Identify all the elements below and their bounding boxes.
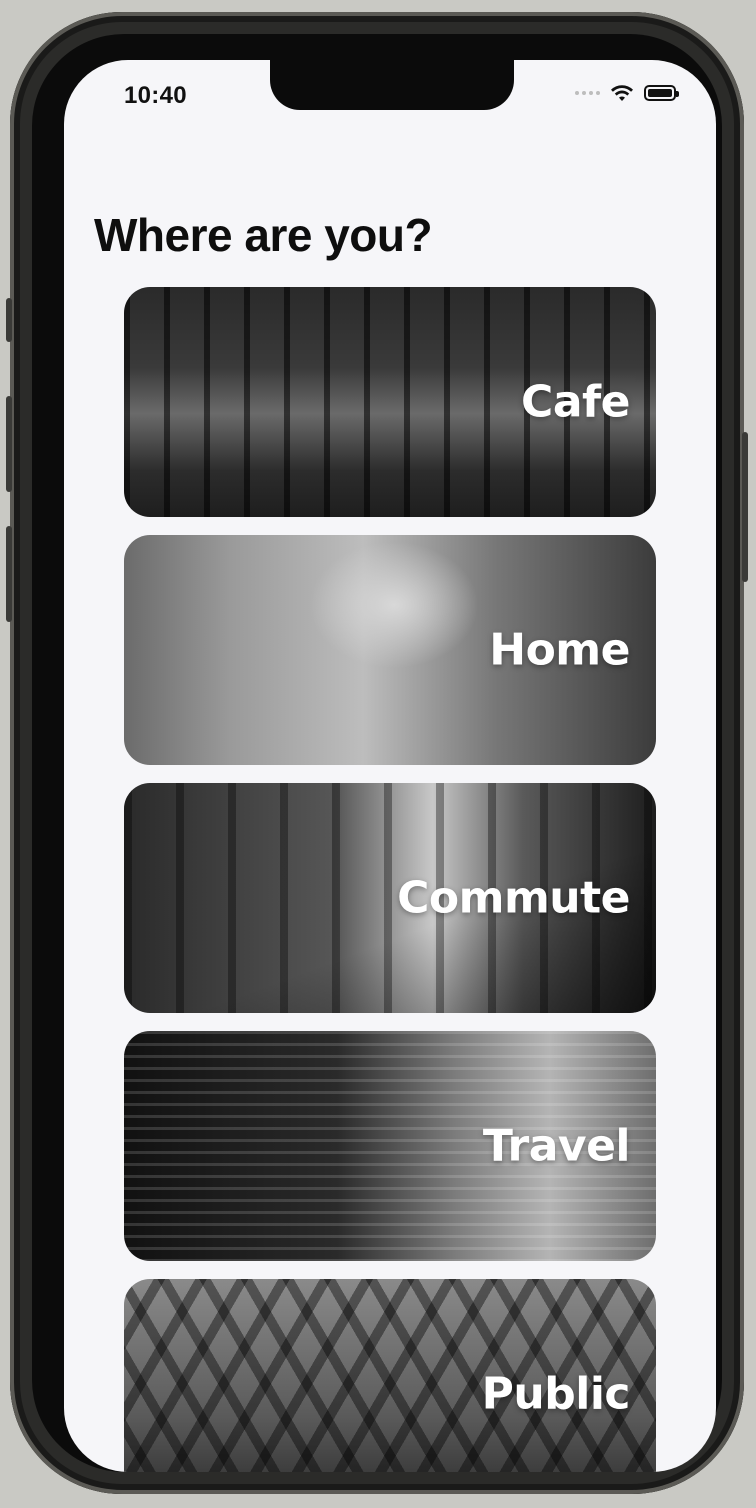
- wifi-icon: [611, 85, 633, 101]
- camera-notch: [270, 60, 514, 110]
- phone-frame: 10:40 Where are you? Cafe Home Commute T…: [6, 12, 748, 1494]
- status-time: 10:40: [124, 82, 187, 109]
- location-card-travel[interactable]: Travel: [124, 1031, 656, 1261]
- power-button: [742, 432, 748, 582]
- location-card-commute[interactable]: Commute: [124, 783, 656, 1013]
- location-card-label: Cafe: [521, 376, 630, 428]
- location-card-label: Commute: [397, 872, 630, 924]
- volume-up-button: [6, 396, 12, 492]
- app-screen: 10:40 Where are you? Cafe Home Commute T…: [64, 60, 716, 1472]
- location-card-label: Travel: [482, 1120, 631, 1172]
- signal-dots-icon: [575, 91, 600, 95]
- location-card-label: Home: [489, 624, 630, 676]
- location-card-public[interactable]: Public: [124, 1279, 656, 1472]
- location-card-label: Public: [481, 1368, 631, 1420]
- location-card-home[interactable]: Home: [124, 535, 656, 765]
- mute-switch: [6, 298, 12, 342]
- status-icons: [575, 84, 679, 102]
- location-card-cafe[interactable]: Cafe: [124, 287, 656, 517]
- battery-icon: [644, 85, 679, 101]
- volume-down-button: [6, 526, 12, 622]
- page-title: Where are you?: [94, 209, 433, 261]
